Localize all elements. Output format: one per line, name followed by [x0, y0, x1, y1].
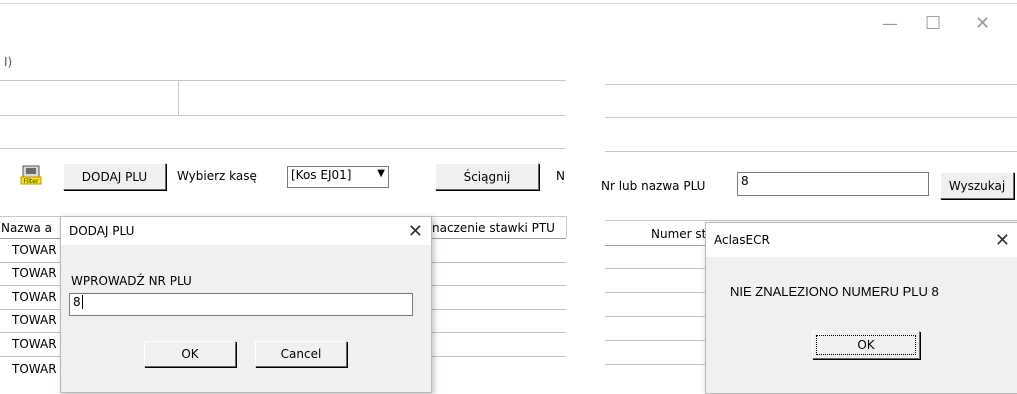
- menu-fragment: I): [4, 55, 13, 69]
- cancel-button[interactable]: Cancel: [255, 341, 347, 367]
- chevron-down-icon[interactable]: ▼: [377, 168, 385, 179]
- table-header-top: [605, 220, 1017, 221]
- dialog-title: DODAJ PLU: [69, 224, 135, 238]
- cut-off-label: N: [556, 169, 565, 183]
- dialog-title: AclasECR: [714, 233, 770, 247]
- row-divider: [605, 292, 715, 293]
- row-divider: [605, 364, 715, 365]
- toolbar-divider: [605, 117, 1017, 118]
- register-select[interactable]: [Kos EJ01] ▼: [287, 166, 389, 188]
- close-icon[interactable]: ✕: [995, 230, 1010, 251]
- select-register-label: Wybierz kasę: [177, 169, 257, 183]
- row-divider: [605, 340, 715, 341]
- column-header-name[interactable]: Nazwa a: [1, 221, 52, 235]
- search-label: Nr lub nazwa PLU: [601, 179, 706, 193]
- toolbar-separator: [178, 80, 179, 115]
- table-row[interactable]: TOWAR: [12, 290, 57, 304]
- filter-icon[interactable]: Filter: [20, 165, 42, 185]
- toolbar-divider: [605, 84, 1017, 85]
- ok-button[interactable]: OK: [144, 341, 236, 367]
- not-found-message: NIE ZNALEZIONO NUMERU PLU 8: [730, 284, 939, 299]
- column-header-vat[interactable]: naczenie stawki PTU: [432, 221, 555, 235]
- plu-input-value: 8: [73, 295, 81, 309]
- text-caret: [81, 295, 83, 309]
- toolbar-divider: [0, 115, 566, 116]
- toolbar-divider: [605, 151, 1017, 152]
- search-button[interactable]: Wyszukaj: [940, 172, 1014, 199]
- plu-search-input[interactable]: 8: [737, 172, 929, 196]
- svg-text:Filter: Filter: [24, 178, 39, 185]
- table-row[interactable]: TOWAR: [12, 337, 57, 351]
- toolbar-divider: [0, 80, 566, 81]
- row-divider: [605, 316, 715, 317]
- top-border: [0, 3, 1017, 4]
- table-row[interactable]: TOWAR: [12, 313, 57, 327]
- message-dialog: AclasECR ✕ NIE ZNALEZIONO NUMERU PLU 8 O…: [705, 222, 1017, 394]
- add-plu-button[interactable]: DODAJ PLU: [63, 163, 166, 190]
- add-plu-dialog: DODAJ PLU ✕ WPROWADŹ NR PLU 8 OK Cancel: [60, 216, 432, 393]
- maximize-icon[interactable]: ☐: [925, 13, 941, 34]
- toolbar-divider: [0, 148, 566, 149]
- table-row[interactable]: TOWAR: [12, 266, 57, 280]
- register-value: [Kos EJ01]: [291, 168, 352, 182]
- row-divider: [605, 268, 715, 269]
- search-value: 8: [741, 174, 749, 188]
- table-row[interactable]: TOWAR: [12, 243, 57, 257]
- ok-button[interactable]: OK: [812, 331, 920, 359]
- dialog-title-bar: DODAJ PLU ✕: [61, 217, 431, 245]
- dialog-title-bar: AclasECR ✕: [706, 223, 1017, 257]
- table-row[interactable]: TOWAR: [12, 362, 57, 376]
- plu-prompt: WPROWADŹ NR PLU: [71, 274, 192, 288]
- minimize-icon[interactable]: —: [882, 14, 898, 33]
- column-divider: [566, 216, 567, 238]
- download-button[interactable]: Ściągnij: [435, 163, 539, 190]
- close-icon[interactable]: ✕: [408, 221, 423, 242]
- plu-number-input[interactable]: 8: [69, 293, 413, 316]
- close-icon[interactable]: ✕: [975, 13, 990, 34]
